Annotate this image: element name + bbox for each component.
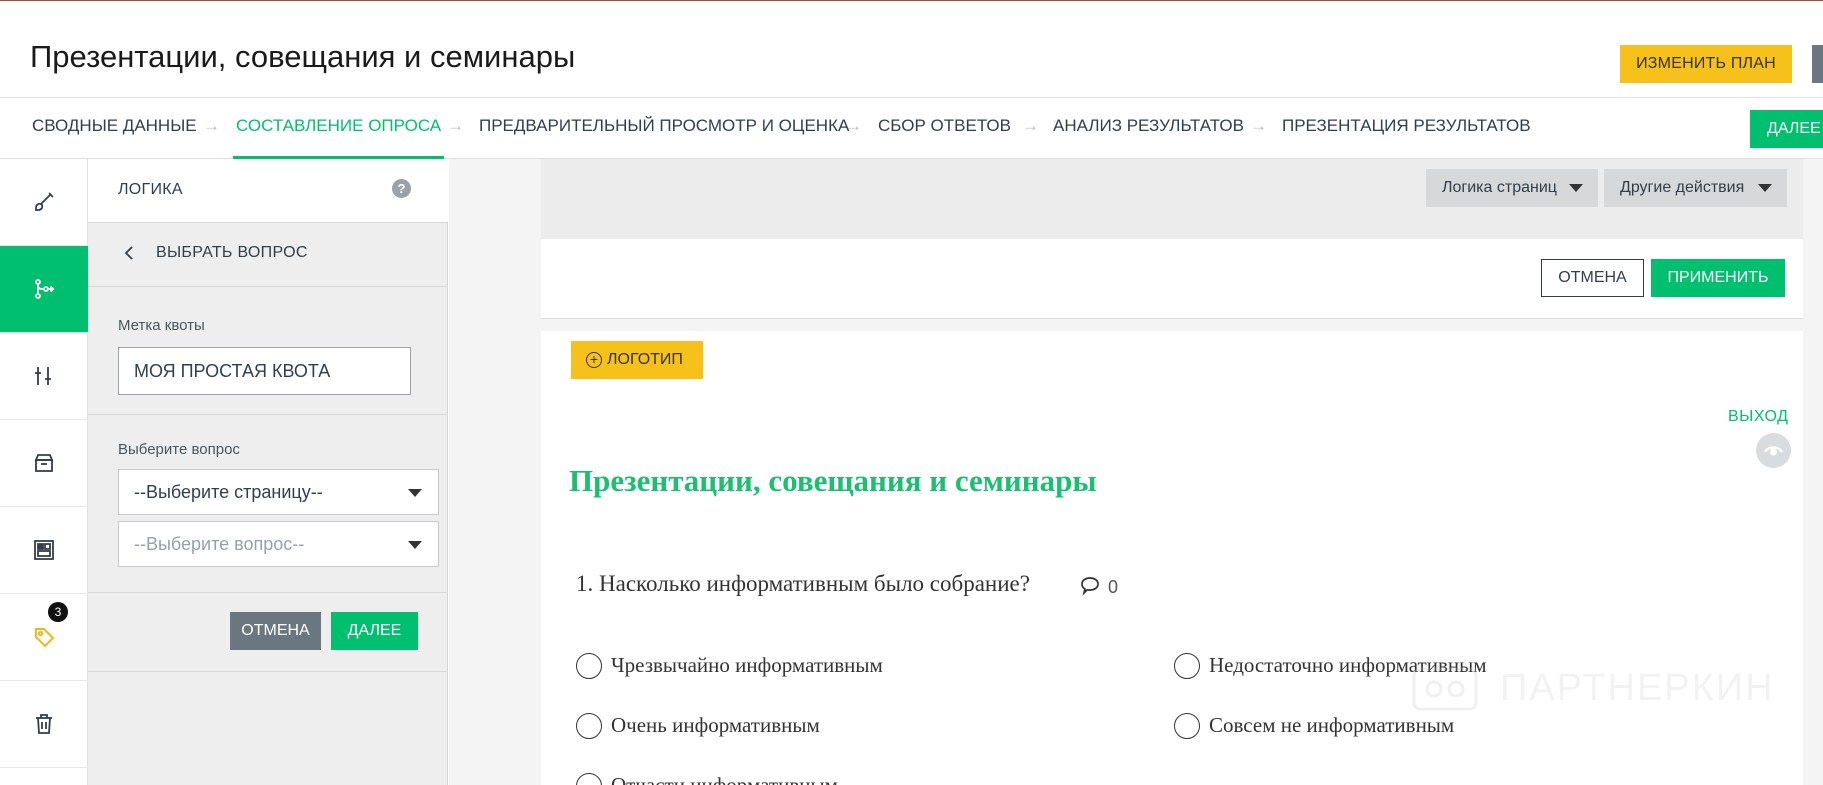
option-label[interactable]: Совсем не информативным	[1209, 713, 1454, 738]
survey-preview: + ЛОГОТИП ВЫХОД Презентации, совещания и…	[541, 331, 1803, 785]
trash-icon	[36, 714, 52, 734]
logo-button-label: ЛОГОТИП	[607, 351, 683, 368]
tab-analyze-results[interactable]: АНАЛИЗ РЕЗУЛЬТАТОВ	[1053, 98, 1244, 159]
tab-summary[interactable]: СВОДНЫЕ ДАННЫЕ	[32, 98, 197, 159]
option-label[interactable]: Чрезвычайно информативным	[611, 653, 883, 678]
apply-button[interactable]: ПРИМЕНИТЬ	[1651, 259, 1785, 297]
apply-bar: ОТМЕНА ПРИМЕНИТЬ	[541, 239, 1803, 319]
caret-down-icon	[1569, 184, 1583, 192]
page-select[interactable]: --Выберите страницу--	[118, 469, 439, 515]
panel-header: ЛОГИКА ?	[88, 159, 448, 223]
question-text: 1. Насколько информативным было собрание…	[576, 571, 1030, 596]
divider	[88, 592, 448, 593]
question-select-value: --Выберите вопрос--	[134, 534, 305, 554]
canvas-toolbar: Логика страниц Другие действия	[541, 159, 1803, 239]
divider	[88, 414, 448, 415]
tab-preview-score[interactable]: ПРЕДВАРИТЕЛЬНЫЙ ПРОСМОТР И ОЦЕНКА	[479, 98, 849, 159]
option-radio[interactable]	[1174, 653, 1200, 679]
tab-collect-responses[interactable]: СБОР ОТВЕТОВ	[878, 98, 1011, 159]
options-icon	[35, 367, 51, 385]
step-arrow-icon: →	[1250, 116, 1267, 135]
plus-circle-icon: +	[586, 352, 602, 368]
change-plan-button[interactable]: ИЗМЕНИТЬ ПЛАН	[1620, 45, 1792, 83]
option-radio[interactable]	[1174, 713, 1200, 739]
apply-cancel-button[interactable]: ОТМЕНА	[1541, 259, 1644, 297]
quota-label: Метка квоты	[118, 317, 205, 334]
layout-icon	[34, 540, 54, 560]
logic-panel: ЛОГИКА ? ВЫБРАТЬ ВОПРОС Метка квоты МОЯ …	[88, 159, 448, 785]
header: Презентации, совещания и семинары ИЗМЕНИ…	[0, 1, 1823, 97]
tag-count-badge: 3	[48, 602, 68, 622]
chevron-left-icon	[124, 246, 133, 260]
header-edge-button[interactable]	[1812, 45, 1823, 83]
back-to-select-question[interactable]: ВЫБРАТЬ ВОПРОС	[88, 223, 448, 287]
rail-item-question-bank[interactable]	[0, 420, 88, 507]
rail-item-options[interactable]	[0, 333, 88, 420]
caret-down-icon	[408, 541, 422, 549]
exit-link[interactable]: ВЫХОД	[1728, 408, 1788, 426]
option-radio[interactable]	[576, 713, 602, 739]
bank-icon	[34, 454, 54, 472]
option-radio[interactable]	[576, 773, 602, 785]
other-actions-label: Другие действия	[1620, 179, 1745, 196]
option-label[interactable]: Отчасти информативным	[611, 773, 838, 785]
rail-item-layout[interactable]	[0, 507, 88, 594]
tab-design-survey[interactable]: СОСТАВЛЕНИЕ ОПРОСА	[233, 98, 445, 159]
caret-down-icon	[1758, 184, 1772, 192]
step-arrow-icon: →	[1022, 116, 1039, 135]
watermark: ПАРТНЕРКИН	[1410, 663, 1773, 713]
next-top-button[interactable]: ДАЛЕЕ	[1750, 110, 1823, 148]
exit-eye-icon[interactable]	[1756, 433, 1791, 468]
page-select-value: --Выберите страницу--	[134, 482, 323, 502]
brush-icon	[35, 192, 54, 211]
rail-item-tags[interactable]: 3	[0, 594, 88, 681]
option-label[interactable]: Очень информативным	[611, 713, 820, 738]
rail-item-trash[interactable]	[0, 681, 88, 768]
rail-item-design[interactable]	[0, 159, 88, 246]
step-arrow-icon: →	[845, 116, 862, 135]
watermark-text: ПАРТНЕРКИН	[1500, 667, 1775, 709]
page-logic-dropdown[interactable]: Логика страниц	[1426, 169, 1598, 207]
tag-icon	[35, 628, 55, 648]
comment-icon[interactable]	[1079, 575, 1101, 597]
logic-icon	[35, 279, 55, 299]
step-arrow-icon: →	[203, 116, 220, 135]
add-logo-button[interactable]: + ЛОГОТИП	[571, 341, 703, 379]
tab-present-results[interactable]: ПРЕЗЕНТАЦИЯ РЕЗУЛЬТАТОВ	[1282, 98, 1531, 159]
watermark-logo-icon	[1412, 667, 1478, 711]
divider	[88, 671, 448, 672]
panel-next-button[interactable]: ДАЛЕЕ	[331, 612, 418, 650]
help-icon[interactable]: ?	[392, 179, 411, 198]
panel-cancel-button[interactable]: ОТМЕНА	[230, 612, 321, 650]
rail-item-logic[interactable]	[0, 246, 88, 333]
quota-label-input[interactable]: МОЯ ПРОСТАЯ КВОТА	[118, 347, 411, 395]
question-label: Выберите вопрос	[118, 441, 240, 458]
question-select[interactable]: --Выберите вопрос--	[118, 521, 439, 567]
panel-title: ЛОГИКА	[118, 181, 183, 198]
page-logic-label: Логика страниц	[1442, 179, 1557, 196]
back-label: ВЫБРАТЬ ВОПРОС	[156, 244, 308, 261]
step-navigation: СВОДНЫЕ ДАННЫЕ → СОСТАВЛЕНИЕ ОПРОСА → ПР…	[0, 97, 1823, 159]
icon-rail: 3	[0, 159, 88, 785]
option-radio[interactable]	[576, 653, 602, 679]
page-title: Презентации, совещания и семинары	[30, 39, 576, 74]
caret-down-icon	[408, 489, 422, 497]
step-arrow-icon: →	[447, 116, 464, 135]
other-actions-dropdown[interactable]: Другие действия	[1604, 169, 1787, 207]
survey-title: Презентации, совещания и семинары	[569, 463, 1097, 498]
comment-count: 0	[1108, 577, 1119, 597]
